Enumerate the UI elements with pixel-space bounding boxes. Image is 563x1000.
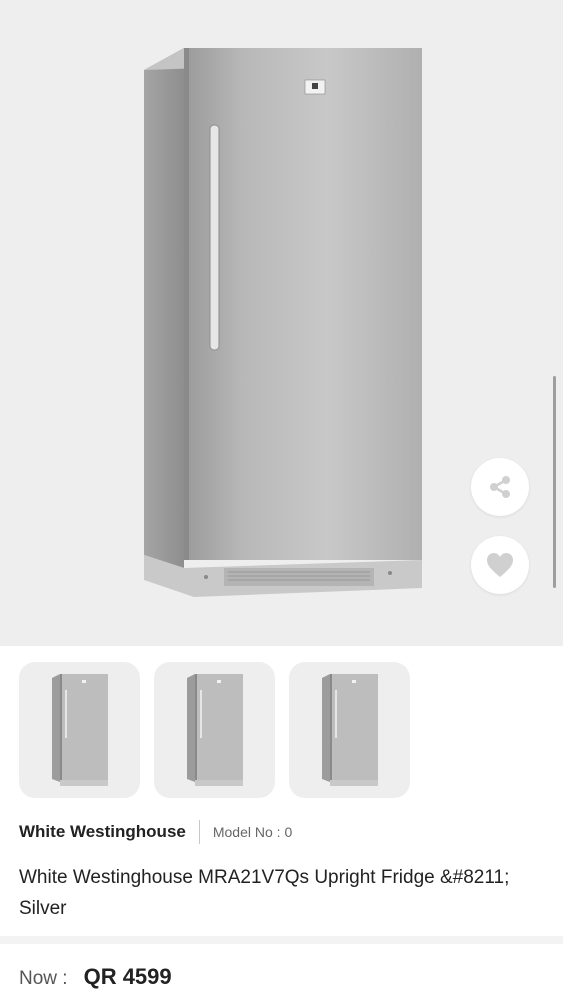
section-divider — [0, 936, 563, 944]
meta-divider — [198, 820, 200, 844]
thumbnail-image — [51, 674, 108, 786]
thumbnail-gallery — [19, 662, 410, 798]
price-label: Now : — [19, 968, 68, 989]
price-row: Now : QR 4599 — [19, 964, 172, 990]
product-title: White Westinghouse MRA21V7Qs Upright Fri… — [19, 867, 510, 919]
favorite-button[interactable] — [471, 536, 529, 594]
heart-icon — [487, 553, 513, 577]
thumbnail[interactable] — [289, 662, 410, 798]
price-value: QR 4599 — [83, 964, 172, 989]
share-icon — [490, 476, 510, 498]
thumbnail-image — [321, 674, 378, 786]
thumbnail[interactable] — [154, 662, 275, 798]
product-image — [144, 48, 422, 597]
brand-name[interactable]: White Westinghouse — [19, 822, 186, 842]
image-scrollbar[interactable] — [553, 376, 556, 588]
model-number: Model No : 0 — [212, 824, 293, 840]
thumbnail-image — [186, 674, 243, 786]
product-image-area[interactable] — [0, 0, 563, 646]
product-meta: White Westinghouse Model No : 0 — [19, 820, 292, 844]
share-button[interactable] — [471, 458, 529, 516]
thumbnail[interactable] — [19, 662, 140, 798]
